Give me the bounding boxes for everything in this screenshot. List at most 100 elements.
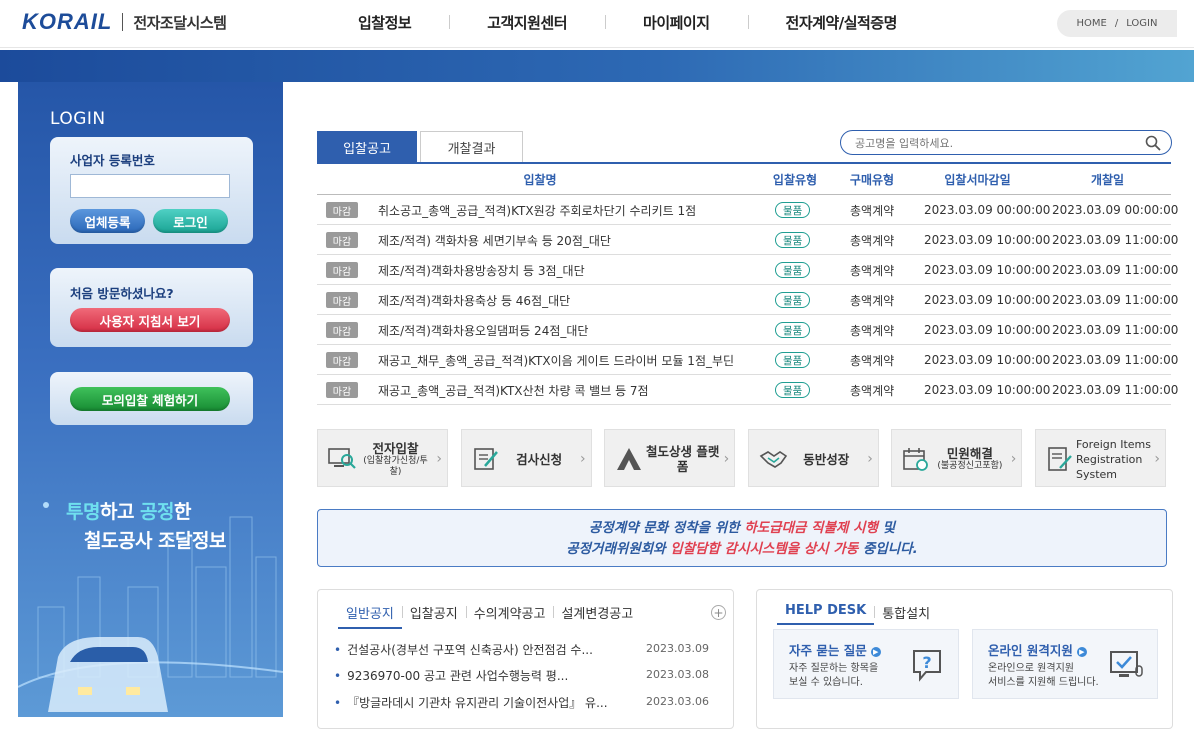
status-badge: 마감 xyxy=(326,322,358,338)
quick-link[interactable]: 민원해결 (불공정신고포함) › xyxy=(891,429,1023,487)
logo-divider xyxy=(122,13,124,31)
login-link[interactable]: LOGIN xyxy=(1126,18,1157,29)
user-guide-button[interactable]: 사용자 지침서 보기 xyxy=(70,308,230,332)
table-row[interactable]: 마감 제조/적격) 객화차용 세면기부속 등 20점_대단 물품 총액계약 2023.0… xyxy=(317,225,1178,255)
status-cell: 마감 xyxy=(326,285,358,315)
table-row[interactable]: 마감 취소공고_총액_공급_적격)KTX원강 주회로차단기 수리키트 1점 물품 총액… xyxy=(317,195,1178,225)
train-shape xyxy=(48,637,168,712)
quick-link-title: 민원해결 xyxy=(946,446,993,461)
nav-mypage[interactable]: 마이페이지 xyxy=(605,12,748,33)
board-tabs: 일반공지 입찰공지 수의계약공고 설계변경공고 xyxy=(338,603,641,629)
quick-link[interactable]: Foreign Items Registration System › xyxy=(1035,429,1166,487)
nav-bid-info[interactable]: 입찰정보 xyxy=(320,12,449,33)
faq-card[interactable]: 자주 묻는 질문 ▶ 자주 질문하는 항목을 보실 수 있습니다. ? xyxy=(773,629,959,699)
korail-logo[interactable]: KORAIL 전자조달시스템 xyxy=(22,9,227,35)
col-open-date: 개찰일 xyxy=(1090,172,1125,187)
deadline: 2023.03.09 10:00:00 xyxy=(924,323,1051,337)
status-cell: 마감 xyxy=(326,255,358,285)
tab-bid-notice[interactable]: 입찰공고 xyxy=(317,131,417,163)
register-button[interactable]: 업체등록 xyxy=(70,209,145,233)
purchase-type: 총액계약 xyxy=(850,233,895,248)
calendar-icon xyxy=(902,446,930,472)
list-item-title: 건설공사(경부선 구포역 신축공사) 안전점검 수... xyxy=(347,643,593,657)
type-cell: 물품 xyxy=(775,255,811,285)
arrow-circle-icon: ▶ xyxy=(1076,646,1087,657)
home-link[interactable]: HOME xyxy=(1077,18,1107,29)
nav-contract[interactable]: 전자계약/실적증명 xyxy=(747,12,935,33)
remote-support-card[interactable]: 온라인 원격지원 ▶ 온라인으로 원격지원 서비스를 지원해 드립니다. xyxy=(972,629,1158,699)
col-bid-type: 입찰유형 xyxy=(772,172,818,187)
bid-name-link[interactable]: 제조/적격)객화차용오일댐퍼등 24점_대단 xyxy=(378,315,588,345)
tab-bid-notice-board[interactable]: 입찰공지 xyxy=(401,603,466,629)
list-item[interactable]: • 『방글라데시 기관차 유지관리 기술이전사업』 유... xyxy=(334,694,608,711)
notice-l2-b: 중입니다. xyxy=(858,541,918,557)
quick-link[interactable]: 검사신청 › xyxy=(460,429,592,488)
quick-link-label: 전자입찰 (입찰참가신청/투찰) xyxy=(358,430,433,488)
helpdesk-board: HELP DESK 통합설치 자주 묻는 질문 ▶ 자주 질문하는 항목을 보실 수… xyxy=(756,589,1173,729)
list-item[interactable]: • 건설공사(경부선 구포역 신축공사) 안전점검 수... xyxy=(334,641,593,658)
purchase-type: 총액계약 xyxy=(850,323,895,338)
bid-name-link[interactable]: 제조/적격)객화차용축상 등 46점_대단 xyxy=(378,285,570,315)
logo-text: KORAIL xyxy=(22,9,113,34)
tab-design-change[interactable]: 설계변경공고 xyxy=(553,603,641,629)
tab-integrated-install[interactable]: 통합설치 xyxy=(874,603,938,625)
city-train-illustration xyxy=(18,502,283,712)
system-name: 전자조달시스템 xyxy=(133,13,227,32)
tab-help-desk[interactable]: HELP DESK xyxy=(777,603,875,625)
quick-link[interactable]: 철도상생 플랫폼 › xyxy=(604,429,736,487)
table-row[interactable]: 마감 재공고_총액_공급_적격)KTX산천 차량 콕 밸브 등 7점 물품 총액계약 2… xyxy=(317,375,1178,405)
table-row[interactable]: 마감 제조/적격)객화차용오일댐퍼등 24점_대단 물품 총액계약 2023.03.09… xyxy=(317,315,1178,345)
bid-name-link[interactable]: 재공고_총액_공급_적격)KTX산천 차량 콕 밸브 등 7점 xyxy=(378,375,649,405)
reg-number-input[interactable] xyxy=(70,174,230,198)
search-icon[interactable] xyxy=(1145,135,1161,151)
bid-name-link[interactable]: 취소공고_총액_공급_적격)KTX원강 주회로차단기 수리키트 1점 xyxy=(378,195,696,225)
quick-link-title: 전자입찰 xyxy=(372,440,419,456)
list-item[interactable]: • 9236970-00 공고 관련 사업수행능력 평... xyxy=(334,667,568,684)
faq-title-text: 자주 묻는 질문 xyxy=(789,643,867,658)
table-row[interactable]: 마감 제조/적격)객화차용축상 등 46점_대단 물품 총액계약 2023.03.09 … xyxy=(317,285,1178,315)
notice-board: 일반공지 입찰공지 수의계약공고 설계변경공고 + • 건설공사(경부선 구포역 … xyxy=(317,589,734,729)
deadline: 2023.03.09 10:00:00 xyxy=(924,383,1051,397)
quick-link[interactable]: 동반성장 › xyxy=(747,429,879,487)
login-title: LOGIN xyxy=(50,109,106,129)
open-date: 2023.03.09 11:00:00 xyxy=(1052,263,1179,277)
tab-general-notice[interactable]: 일반공지 xyxy=(338,603,402,629)
list-item-title: 『방글라데시 기관차 유지관리 기술이전사업』 유... xyxy=(347,696,608,710)
remote-title-text: 온라인 원격지원 xyxy=(988,643,1073,658)
table-row[interactable]: 마감 제조/적격)객화차용방송장치 등 3점_대단 물품 총액계약 2023.03.09… xyxy=(317,255,1178,285)
nav-customer-center[interactable]: 고객지원센터 xyxy=(449,12,605,33)
tab-private-contract[interactable]: 수의계약공고 xyxy=(465,603,554,629)
deadline: 2023.03.09 00:00:00 xyxy=(924,203,1051,217)
util-separator: / xyxy=(1114,18,1119,29)
deadline: 2023.03.09 10:00:00 xyxy=(924,263,1051,277)
arrow-circle-icon: ▶ xyxy=(870,646,881,657)
quick-link-label: 검사신청 xyxy=(502,430,577,488)
purchase-type: 총액계약 xyxy=(850,293,895,308)
remote-title: 온라인 원격지원 ▶ xyxy=(988,640,1087,659)
login-button[interactable]: 로그인 xyxy=(153,209,228,233)
notice-l1-b: 및 xyxy=(877,520,896,536)
quick-link-sub: (불공정신고포함) xyxy=(937,461,1003,471)
inspection-icon xyxy=(472,446,500,472)
mock-bid-box: 모의입찰 체험하기 xyxy=(50,372,253,425)
search-input[interactable] xyxy=(855,135,1135,151)
e-bid-icon xyxy=(328,446,356,472)
tab-bid-result[interactable]: 개찰결과 xyxy=(420,131,523,163)
table-row[interactable]: 마감 재공고_채무_총액_공급_적격)KTX이음 게이트 드라이버 모듈 1점_부… xyxy=(317,345,1178,375)
bid-name-link[interactable]: 제조/적격) 객화차용 세면기부속 등 20점_대단 xyxy=(378,225,611,255)
svg-text:?: ? xyxy=(922,653,931,672)
status-badge: 마감 xyxy=(326,202,358,218)
bid-type-badge: 물품 xyxy=(775,382,811,398)
bid-tabs: 입찰공고 개찰결과 xyxy=(317,131,523,163)
type-cell: 물품 xyxy=(775,285,811,315)
bid-name-link[interactable]: 제조/적격)객화차용방송장치 등 3점_대단 xyxy=(378,255,585,285)
bid-name-link[interactable]: 재공고_채무_총액_공급_적격)KTX이음 게이트 드라이버 모듈 1점_부딘 xyxy=(378,345,734,375)
first-visit-box: 처음 방문하셨나요? 사용자 지침서 보기 xyxy=(50,268,253,347)
mock-bid-button[interactable]: 모의입찰 체험하기 xyxy=(70,387,230,411)
status-badge: 마감 xyxy=(326,262,358,278)
more-plus-icon[interactable]: + xyxy=(711,605,726,620)
purchase-type: 총액계약 xyxy=(850,203,895,218)
bid-type-badge: 물품 xyxy=(775,322,811,338)
status-cell: 마감 xyxy=(326,195,358,225)
quick-link[interactable]: 전자입찰 (입찰참가신청/투찰) › xyxy=(317,429,448,487)
